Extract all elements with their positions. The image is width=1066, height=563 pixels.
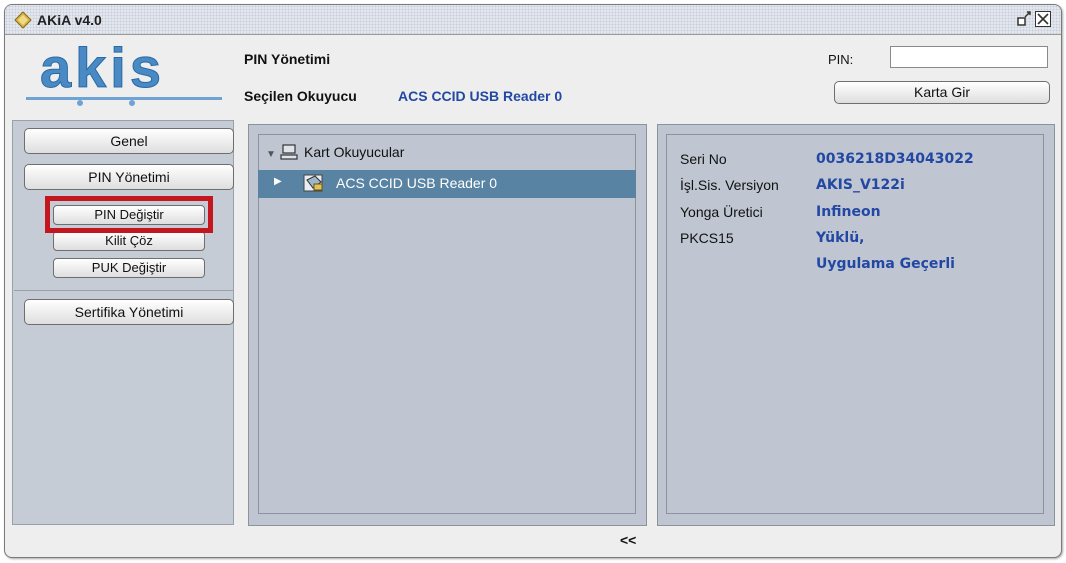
- expanded-triangle-icon[interactable]: ▼: [266, 149, 280, 160]
- tree-selected-label: ACS CCID USB Reader 0: [336, 175, 498, 191]
- karta-gir-button[interactable]: Karta Gir: [834, 81, 1050, 104]
- computer-icon: [280, 144, 298, 160]
- pin-label: PIN:: [828, 52, 854, 67]
- highlight-box: [45, 196, 213, 233]
- nav-genel-button[interactable]: Genel: [24, 128, 234, 154]
- tree-root-node[interactable]: ▼ Kart Okuyucular: [266, 144, 404, 160]
- pin-input[interactable]: [890, 46, 1048, 68]
- info-value: AKIS_V122i: [816, 177, 905, 193]
- puk-degistir-button[interactable]: PUK Değiştir: [53, 258, 205, 278]
- reader-label: Seçilen Okuyucu: [244, 88, 357, 104]
- info-label: PKCS15: [680, 230, 734, 246]
- window-title: AKiA v4.0: [37, 12, 102, 28]
- reader-value: ACS CCID USB Reader 0: [398, 88, 563, 104]
- info-value: Uygulama Geçerli: [816, 256, 955, 272]
- info-label: Seri No: [680, 151, 727, 167]
- info-label: Yonga Üretici: [680, 204, 763, 220]
- sidebar-divider: [14, 290, 234, 291]
- restore-icon[interactable]: [1016, 11, 1032, 27]
- nav-pin-yonetimi-button[interactable]: PIN Yönetimi: [24, 164, 234, 190]
- info-value: Yüklü,: [816, 230, 865, 246]
- title-bar[interactable]: AKiA v4.0: [5, 5, 1061, 35]
- collapse-toggle[interactable]: <<: [620, 532, 636, 548]
- info-value: Infineon: [816, 204, 881, 220]
- tree-root-label: Kart Okuyucular: [304, 144, 405, 160]
- kilit-coz-button[interactable]: Kilit Çöz: [53, 231, 205, 251]
- collapsed-triangle-icon[interactable]: ▶: [274, 176, 282, 187]
- info-label: İşl.Sis. Versiyon: [680, 177, 779, 193]
- akis-logo: akis: [26, 40, 222, 106]
- svg-text:akis: akis: [40, 40, 165, 99]
- close-icon[interactable]: [1035, 11, 1051, 27]
- page-title: PIN Yönetimi: [244, 51, 331, 67]
- card-reader-icon: [303, 174, 323, 192]
- nav-sertifika-button[interactable]: Sertifika Yönetimi: [24, 299, 234, 325]
- app-icon: [14, 11, 32, 29]
- info-value: 0036218D34043022: [816, 151, 974, 167]
